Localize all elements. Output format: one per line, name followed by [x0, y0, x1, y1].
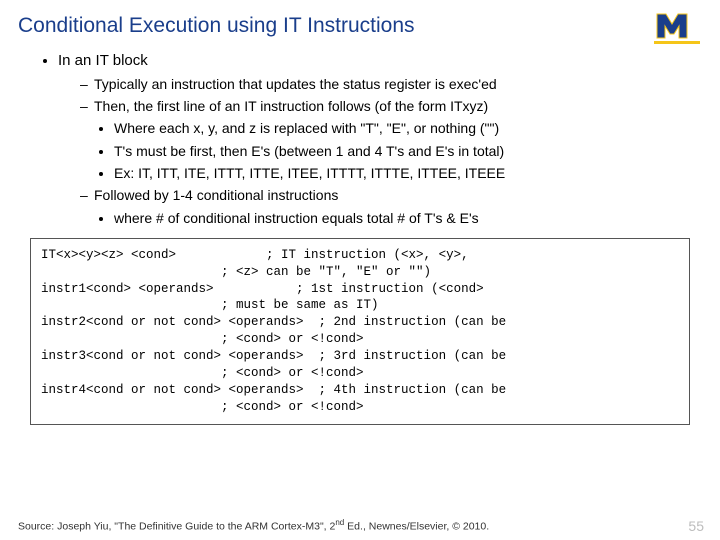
- bullet-l3a: Where each x, y, and z is replaced with …: [114, 118, 690, 138]
- source-sup: nd: [335, 518, 344, 527]
- bullet-l3b: T's must be first, then E's (between 1 a…: [114, 141, 690, 161]
- bullet-l2c: Followed by 1-4 conditional instructions…: [80, 185, 690, 228]
- bullet-l1: In an IT block Typically an instruction …: [58, 50, 690, 228]
- content-area: In an IT block Typically an instruction …: [0, 38, 720, 228]
- bullet-l2b-text: Then, the first line of an IT instructio…: [94, 98, 488, 114]
- bullet-l2b: Then, the first line of an IT instructio…: [80, 96, 690, 183]
- page-number: 55: [688, 518, 704, 534]
- bullet-l1-text: In an IT block: [58, 52, 148, 69]
- umich-logo: [654, 12, 700, 44]
- slide-title: Conditional Execution using IT Instructi…: [0, 0, 720, 38]
- source-pre: Source: Joseph Yiu, "The Definitive Guid…: [18, 520, 335, 532]
- bullet-l2c-text: Followed by 1-4 conditional instructions: [94, 187, 338, 203]
- bullet-l3c: Ex: IT, ITT, ITE, ITTT, ITTE, ITEE, ITTT…: [114, 163, 690, 183]
- bullet-l3d: where # of conditional instruction equal…: [114, 208, 690, 228]
- bullet-l2a: Typically an instruction that updates th…: [80, 74, 690, 94]
- source-citation: Source: Joseph Yiu, "The Definitive Guid…: [18, 518, 489, 533]
- source-post: Ed., Newnes/Elsevier, © 2010.: [344, 520, 489, 532]
- code-block: IT<x><y><z> <cond> ; IT instruction (<x>…: [30, 238, 690, 425]
